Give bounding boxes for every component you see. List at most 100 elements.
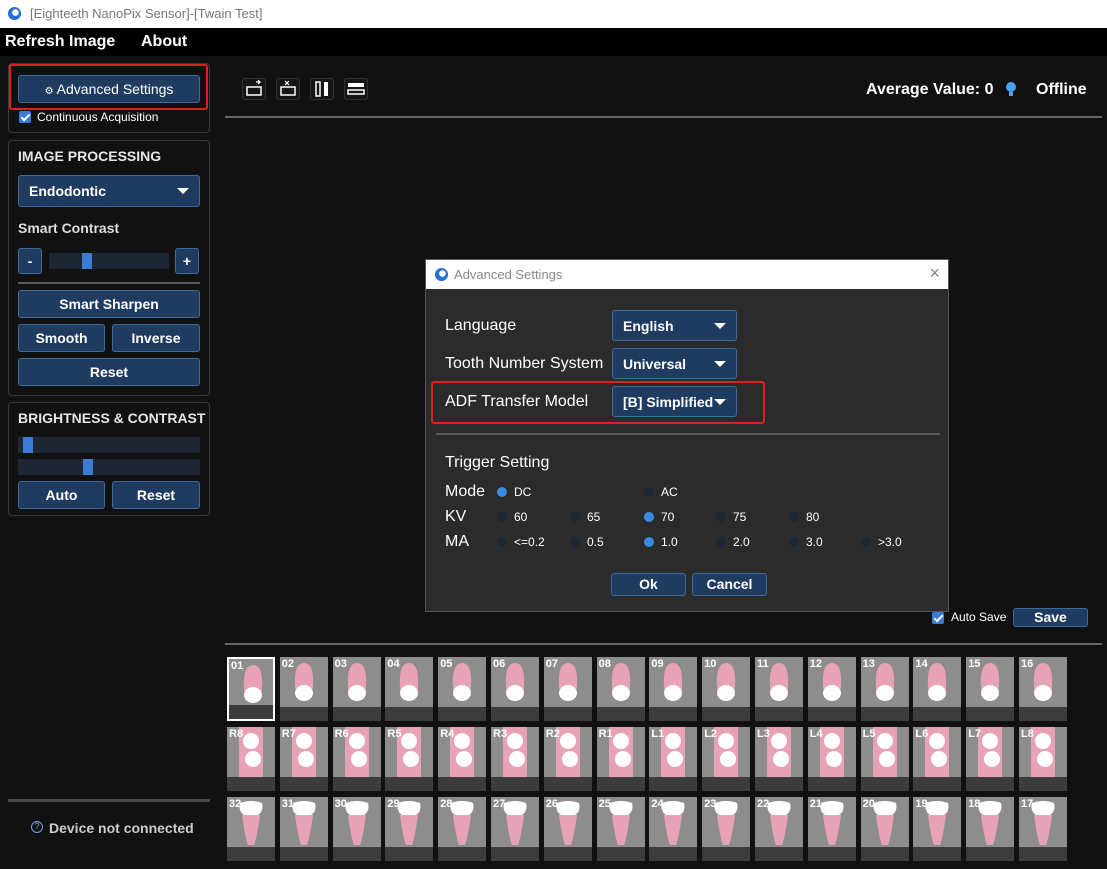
tooth-R6[interactable]: R6: [332, 727, 381, 791]
tooth-L2[interactable]: L2: [702, 727, 751, 791]
brightness-slider-thumb[interactable]: [23, 437, 33, 453]
dialog-divider: [436, 433, 940, 435]
tooth-02[interactable]: 02: [279, 657, 328, 721]
tooth-system-select[interactable]: Universal: [612, 348, 737, 379]
tooth-08[interactable]: 08: [596, 657, 645, 721]
save-button[interactable]: Save: [1013, 608, 1088, 627]
language-select[interactable]: English: [612, 310, 737, 341]
tooth-14[interactable]: 14: [913, 657, 962, 721]
tooth-04[interactable]: 04: [385, 657, 434, 721]
tooth-R8[interactable]: R8: [227, 727, 275, 791]
tooth-03[interactable]: 03: [332, 657, 381, 721]
ma-radio-2[interactable]: [644, 537, 654, 547]
ok-button[interactable]: Ok: [611, 573, 686, 596]
mode-option-label: AC: [661, 485, 678, 499]
tooth-11[interactable]: 11: [755, 657, 803, 721]
tooth-28[interactable]: 28: [438, 797, 487, 861]
tooth-31[interactable]: 31: [279, 797, 328, 861]
split-vertical-icon[interactable]: [310, 78, 334, 100]
tooth-27[interactable]: 27: [491, 797, 539, 861]
stack-horizontal-icon[interactable]: [344, 78, 368, 100]
processing-reset-button[interactable]: Reset: [18, 358, 200, 386]
tooth-R4[interactable]: R4: [438, 727, 487, 791]
tooth-L7[interactable]: L7: [966, 727, 1015, 791]
flip-horizontal-icon[interactable]: [242, 78, 266, 100]
ma-radio-3[interactable]: [716, 537, 726, 547]
ma-radio-1[interactable]: [570, 537, 580, 547]
tooth-R2[interactable]: R2: [543, 727, 592, 791]
smart-contrast-slider-thumb[interactable]: [82, 253, 92, 269]
tooth-21[interactable]: 21: [807, 797, 856, 861]
tooth-footer: [966, 777, 1015, 791]
cancel-button[interactable]: Cancel: [692, 573, 767, 596]
processing-mode-select[interactable]: Endodontic: [18, 175, 200, 207]
tooth-20[interactable]: 20: [860, 797, 909, 861]
tooth-19[interactable]: 19: [913, 797, 962, 861]
tooth-L8[interactable]: L8: [1019, 727, 1067, 791]
flip-vertical-icon[interactable]: [276, 78, 300, 100]
smooth-button[interactable]: Smooth: [18, 324, 105, 352]
tooth-footer: [596, 847, 645, 861]
tooth-23[interactable]: 23: [702, 797, 751, 861]
tooth-16[interactable]: 16: [1019, 657, 1067, 721]
tooth-22[interactable]: 22: [755, 797, 803, 861]
tooth-R3[interactable]: R3: [491, 727, 539, 791]
menu-about[interactable]: About: [141, 33, 187, 51]
tooth-17[interactable]: 17: [1019, 797, 1067, 861]
ma-radio-0[interactable]: [497, 537, 507, 547]
brightness-slider[interactable]: [18, 437, 200, 453]
tooth-32[interactable]: 32: [227, 797, 275, 861]
auto-button[interactable]: Auto: [18, 481, 105, 509]
menu-refresh-image[interactable]: Refresh Image: [5, 33, 115, 51]
ma-radio-5[interactable]: [861, 537, 871, 547]
tooth-12[interactable]: 12: [807, 657, 856, 721]
tooth-L5[interactable]: L5: [860, 727, 909, 791]
tooth-10[interactable]: 10: [702, 657, 751, 721]
tooth-07[interactable]: 07: [543, 657, 592, 721]
ma-radio-4[interactable]: [789, 537, 799, 547]
brightness-contrast-title: BRIGHTNESS & CONTRAST: [18, 410, 206, 426]
tooth-30[interactable]: 30: [332, 797, 381, 861]
tooth-L1[interactable]: L1: [649, 727, 698, 791]
kv-radio-1[interactable]: [570, 512, 580, 522]
auto-save-checkbox[interactable]: [932, 612, 944, 624]
kv-radio-2[interactable]: [644, 512, 654, 522]
tooth-L6[interactable]: L6: [913, 727, 962, 791]
tooth-01[interactable]: 01: [227, 657, 275, 721]
kv-radio-4[interactable]: [789, 512, 799, 522]
inverse-button[interactable]: Inverse: [112, 324, 200, 352]
mode-radio-1[interactable]: [644, 487, 654, 497]
close-icon[interactable]: ×: [929, 263, 940, 284]
smart-contrast-plus-button[interactable]: +: [175, 248, 199, 274]
tooth-26[interactable]: 26: [543, 797, 592, 861]
tooth-25[interactable]: 25: [596, 797, 645, 861]
tooth-05[interactable]: 05: [438, 657, 487, 721]
tooth-L4[interactable]: L4: [807, 727, 856, 791]
continuous-acquisition-checkbox[interactable]: [19, 111, 31, 123]
tooth-footer: [491, 707, 539, 721]
tooth-13[interactable]: 13: [860, 657, 909, 721]
tooth-24[interactable]: 24: [649, 797, 698, 861]
tooth-R7[interactable]: R7: [279, 727, 328, 791]
contrast-slider-thumb[interactable]: [83, 459, 93, 475]
tooth-29[interactable]: 29: [385, 797, 434, 861]
kv-radio-3[interactable]: [716, 512, 726, 522]
tooth-R5[interactable]: R5: [385, 727, 434, 791]
tooth-R1[interactable]: R1: [596, 727, 645, 791]
mode-radio-0[interactable]: [497, 487, 507, 497]
kv-radio-0[interactable]: [497, 512, 507, 522]
brightness-reset-button[interactable]: Reset: [112, 481, 200, 509]
tooth-number-label: L6: [915, 728, 929, 740]
smart-contrast-minus-button[interactable]: -: [18, 248, 42, 274]
highlight-adf-transfer: [431, 381, 765, 424]
tooth-15[interactable]: 15: [966, 657, 1015, 721]
tooth-L3[interactable]: L3: [755, 727, 803, 791]
tooth-18[interactable]: 18: [966, 797, 1015, 861]
smart-sharpen-button[interactable]: Smart Sharpen: [18, 290, 200, 318]
smart-contrast-slider[interactable]: [49, 253, 169, 269]
tooth-09[interactable]: 09: [649, 657, 698, 721]
contrast-slider[interactable]: [18, 459, 200, 475]
tooth-number-label: 15: [968, 658, 981, 670]
tooth-footer: [279, 847, 328, 861]
tooth-06[interactable]: 06: [491, 657, 539, 721]
